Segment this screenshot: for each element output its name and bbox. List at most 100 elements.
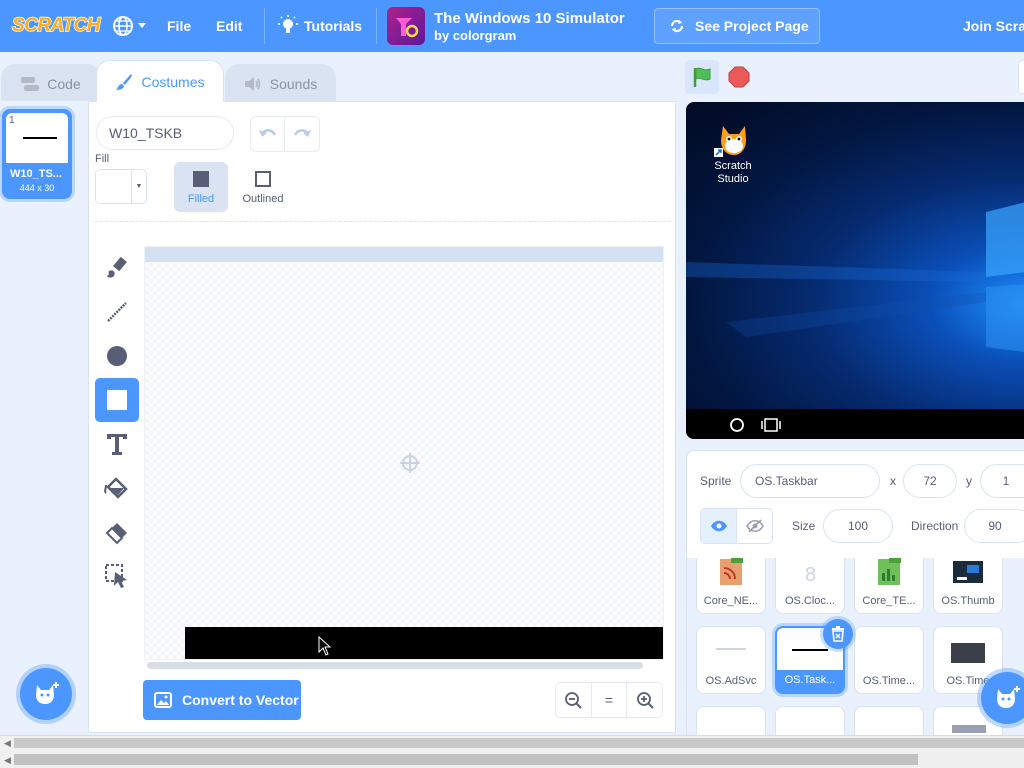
paint-canvas[interactable] (144, 246, 664, 660)
scratch-cat-icon (713, 122, 753, 158)
tab-sounds-label: Sounds (269, 75, 318, 92)
tab-costumes-label: Costumes (141, 73, 205, 90)
convert-to-vector-button[interactable]: Convert to Vector (143, 680, 301, 720)
line-tool[interactable] (95, 290, 139, 334)
image-icon (154, 692, 172, 708)
project-thumbnail[interactable] (387, 7, 425, 45)
zoom-controls: = (555, 682, 663, 718)
taskbar-costume-shape[interactable] (185, 627, 663, 659)
menu-separator (264, 8, 265, 44)
brush-icon (107, 256, 127, 278)
tab-code[interactable]: Code (1, 64, 101, 102)
scroll-left-arrow-icon[interactable]: ◀ (4, 738, 11, 749)
desktop-icon-scratch-studio[interactable]: Scratch Studio (708, 122, 758, 186)
sprite-tile[interactable]: OS.Time... (854, 626, 924, 694)
circle-tool[interactable] (95, 334, 139, 378)
sprite-name-field[interactable]: OS.Taskbar (740, 464, 880, 498)
see-project-page-button[interactable]: See Project Page (654, 8, 820, 44)
add-costume-button[interactable] (20, 668, 72, 720)
lightbulb-icon (278, 15, 298, 33)
brush-tool[interactable] (95, 246, 139, 290)
edit-menu[interactable]: Edit (216, 0, 242, 52)
sprite-tile[interactable]: 8 OS.Cloc... (775, 558, 845, 614)
convert-to-vector-label: Convert to Vector (182, 692, 299, 708)
stage[interactable]: Scratch Studio (686, 102, 1024, 439)
project-author[interactable]: by colorgram (434, 28, 516, 43)
page-horizontal-scrollbar[interactable]: ◀ ◀ (0, 735, 1024, 768)
green-flag-icon (693, 67, 711, 87)
tutorials-button[interactable]: Tutorials (278, 0, 362, 52)
green-flag-button[interactable] (685, 60, 719, 94)
tab-costumes[interactable]: Costumes (96, 60, 224, 102)
file-menu[interactable]: File (167, 0, 191, 52)
project-title: The Windows 10 Simulator (434, 10, 625, 27)
svg-text:8: 8 (805, 564, 816, 585)
see-project-label: See Project Page (695, 18, 809, 34)
costume-number: 1 (9, 115, 15, 126)
code-blocks-icon (21, 76, 40, 91)
sprite-tile[interactable]: OS.AdSvc (696, 626, 766, 694)
fill-color-swatch (96, 170, 132, 203)
costume-name: W10_TS... (10, 168, 62, 180)
scratch-logo[interactable]: SCRATCH (11, 11, 101, 41)
tab-sounds[interactable]: Sounds (225, 64, 336, 102)
cat-plus-icon (36, 682, 59, 704)
fill-tool[interactable] (95, 466, 139, 510)
select-tool[interactable] (95, 554, 139, 598)
costume-size: 444 x 30 (19, 183, 55, 193)
text-icon (107, 434, 127, 455)
text-tool[interactable] (95, 422, 139, 466)
fill-color-picker[interactable]: ▼ (95, 169, 147, 204)
direction-label: Direction (911, 519, 959, 533)
fill-icon (104, 477, 128, 499)
stage-size-toggle[interactable] (1018, 60, 1024, 94)
sprite-tile[interactable] (696, 706, 766, 735)
sprite-list: Core_NE... 8 OS.Cloc... Core_TE... OS.Th… (686, 558, 1024, 735)
logo-text: SCRATCH (11, 14, 101, 37)
hide-sprite-button[interactable] (737, 509, 772, 543)
direction-field[interactable]: 90 (964, 509, 1024, 543)
delete-sprite-button[interactable] (823, 619, 853, 649)
cortana-circle-icon[interactable] (729, 417, 745, 433)
redo-button[interactable] (285, 117, 319, 151)
scroll-left-arrow-icon[interactable]: ◀ (4, 755, 11, 766)
add-sprite-button[interactable] (981, 672, 1024, 724)
sprite-tile[interactable] (775, 706, 845, 735)
y-position-field[interactable]: 1 (980, 464, 1024, 498)
sprite-name: OS.Task... (784, 674, 836, 686)
sprite-tile[interactable] (854, 706, 924, 735)
undo-button[interactable] (251, 117, 286, 151)
sprite-tile[interactable]: Core_NE... (696, 558, 766, 614)
show-sprite-button[interactable] (701, 509, 737, 543)
sprite-name: Core_NE... (703, 595, 759, 607)
scrollbar-thumb[interactable] (14, 754, 918, 765)
crosshair-icon (400, 453, 420, 478)
visibility-toggle (700, 508, 773, 544)
rectangle-tool[interactable] (95, 378, 139, 422)
scrollbar-thumb[interactable] (14, 738, 1024, 748)
desktop-icon-label-line1: Scratch (714, 160, 752, 172)
stop-button[interactable] (722, 60, 756, 94)
globe-icon (113, 16, 133, 36)
costume-tile[interactable]: 1 W10_TS... 444 x 30 (2, 109, 72, 199)
x-position-field[interactable]: 72 (903, 464, 957, 498)
dropdown-arrow-icon: ▼ (135, 183, 143, 190)
join-scratch-link[interactable]: Join Scra (963, 0, 1024, 52)
zoom-reset-button[interactable]: = (592, 683, 628, 717)
core-network-thumbnail (720, 558, 743, 585)
zoom-in-button[interactable] (627, 683, 662, 717)
sprite-tile[interactable]: OS.Thumb (933, 558, 1003, 614)
filled-mode-button[interactable]: Filled (174, 162, 228, 212)
language-menu[interactable] (112, 14, 152, 38)
costume-name-input[interactable] (96, 116, 234, 150)
sprite-tile[interactable]: Core_TE... (854, 558, 924, 614)
canvas-horizontal-scrollbar[interactable] (147, 662, 643, 669)
size-field[interactable]: 100 (823, 509, 893, 543)
task-view-icon[interactable] (761, 417, 781, 433)
eraser-tool[interactable] (95, 510, 139, 554)
x-label: x (890, 474, 896, 488)
outlined-mode-button[interactable]: Outlined (236, 162, 290, 212)
tutorials-label: Tutorials (304, 18, 363, 34)
zoom-out-button[interactable] (556, 683, 592, 717)
y-label: y (966, 474, 972, 488)
